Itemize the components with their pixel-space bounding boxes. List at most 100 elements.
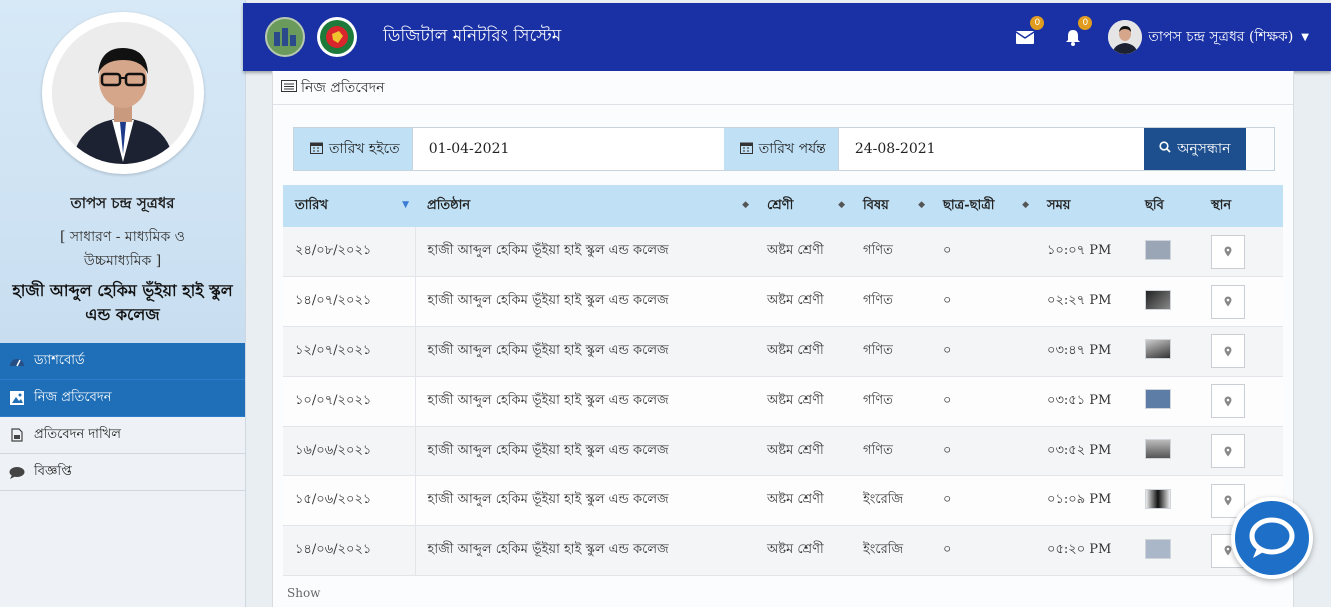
cell-photo [1133,276,1199,328]
location-button[interactable] [1211,434,1245,469]
top-navbar: ডিজিটাল মনিটরিং সিস্টেম 0 0 তাপস চন্দ্র … [243,3,1331,71]
col-subject[interactable]: বিষয় ◆ [851,185,931,227]
cell-subject: গণিত [851,426,931,477]
date-filter-bar: তারিখ হইতে তারিখ পর্যন্ত অনুসন্ধান [293,127,1275,171]
cell-location [1199,376,1283,427]
cell-photo [1133,227,1199,278]
report-panel: নিজ প্রতিবেদন তারিখ হইতে তারিখ পর্যন্ত অ… [272,71,1294,607]
col-institution[interactable]: প্রতিষ্ঠান ◆ [415,185,755,227]
sort-icon: ◆ [742,200,749,210]
chat-button[interactable] [1231,497,1313,579]
table-header-row: তারিখ ▼ প্রতিষ্ঠান ◆ শ্রেণী ◆ বিষয় ◆ ছাত্র-… [283,185,1283,227]
government-seal-logo [317,17,357,57]
sidebar-item-dashboard[interactable]: ড্যাশবোর্ড [0,343,245,380]
search-button[interactable]: অনুসন্ধান [1143,128,1246,170]
table-row: ২৪/০৮/২০২১ হাজী আব্দুল হেকিম ভূঁইয়া হাই… [283,227,1283,278]
cell-subject: গণিত [851,276,931,328]
cell-institution: হাজী আব্দুল হেকিম ভূঁইয়া হাই স্কুল এন্ড… [415,475,755,527]
cell-institution: হাজী আব্দুল হেকিম ভূঁইয়া হাই স্কুল এন্ড… [415,276,755,328]
cell-subject: গণিত [851,227,931,278]
cell-class: অষ্টম শ্রেণী [755,227,851,278]
from-date-input[interactable] [411,128,724,170]
cell-time: ০৩:৫২ PM [1035,426,1133,477]
sidebar-item-submit-report[interactable]: প্রতিবেদন দাখিল [0,417,245,454]
photo-thumbnail[interactable] [1145,488,1171,509]
cell-institution: হাজী আব্দুল হেকিম ভূঁইয়া হাই স্কুল এন্ড… [415,326,755,377]
app-logo [265,17,305,57]
profile-role: [ সাধারণ - মাধ্যমিক ও উচ্চমাধ্যমিক ] [60,229,185,269]
table-row: ১৬/০৬/২০২১ হাজী আব্দুল হেকিম ভূঁইয়া হাই… [283,426,1283,477]
photo-thumbnail[interactable] [1145,538,1171,559]
map-marker-icon [1224,246,1232,257]
cell-subject: গণিত [851,326,931,377]
cell-date: ১৪/০৬/২০২১ [283,525,416,577]
table-body: ২৪/০৮/২০২১ হাজী আব্দুল হেকিম ভূঁইয়া হাই… [283,227,1283,577]
sidebar-item-label: বিজ্ঞপ্তি [34,463,72,479]
to-date-label-text: তারিখ পর্যন্ত [758,141,826,157]
profile-school: হাজী আব্দুল হেকিম ভূঁইয়া হাই স্কুল এন্ড… [12,281,233,324]
report-table-wrap: তারিখ ▼ প্রতিষ্ঠান ◆ শ্রেণী ◆ বিষয় ◆ ছাত্র-… [283,185,1283,577]
cell-students: ০ [931,227,1035,278]
from-date-label-text: তারিখ হইতে [329,141,400,157]
photo-thumbnail[interactable] [1145,339,1171,360]
col-students[interactable]: ছাত্র-ছাত্রী ◆ [931,185,1035,227]
photo-thumbnail[interactable] [1145,289,1171,310]
sort-icon: ◆ [1022,200,1029,210]
cell-time: ১০:০৭ PM [1035,227,1133,278]
cell-date: ২৪/০৮/২০২১ [283,227,416,278]
cell-institution: হাজী আব্দুল হেকিম ভূঁইয়া হাই স্কুল এন্ড… [415,227,755,278]
cell-time: ০২:২৭ PM [1035,276,1133,328]
page-size-label: Show [287,586,321,600]
user-menu-name[interactable]: তাপস চন্দ্র সূত্রধর (শিক্ষক) [1148,25,1293,49]
list-icon [281,79,297,96]
messages-button[interactable]: 0 [1012,16,1045,50]
sidebar-item-notice[interactable]: বিজ্ঞপ্তি [0,454,245,491]
table-row: ১৪/০৬/২০২১ হাজী আব্দুল হেকিম ভূঁইয়া হাই… [283,525,1283,577]
cell-class: অষ্টম শ্রেণী [755,376,851,427]
notifications-button[interactable]: 0 [1060,16,1093,50]
cell-institution: হাজী আব্দুল হেকিম ভূঁইয়া হাই স্কুল এন্ড… [415,426,755,477]
photo-thumbnail[interactable] [1145,389,1171,410]
col-date[interactable]: তারিখ ▼ [283,185,415,227]
col-class[interactable]: শ্রেণী ◆ [755,185,851,227]
report-table: তারিখ ▼ প্রতিষ্ঠান ◆ শ্রেণী ◆ বিষয় ◆ ছাত্র-… [283,185,1283,577]
calendar-icon [310,141,323,158]
cell-location [1199,276,1283,328]
cell-photo [1133,475,1199,527]
location-button[interactable] [1211,334,1245,369]
location-button[interactable] [1211,284,1245,319]
sidebar-item-own-report[interactable]: নিজ প্রতিবেদন [0,380,245,417]
cell-students: ০ [931,475,1035,527]
file-icon [8,428,26,442]
cell-students: ০ [931,426,1035,477]
col-photo: ছবি [1133,185,1199,227]
app-title: ডিজিটাল মনিটরিং সিস্টেম [383,26,562,46]
cell-class: অষ্টম শ্রেণী [755,525,851,577]
table-row: ১৪/০৭/২০২১ হাজী আব্দুল হেকিম ভূঁইয়া হাই… [283,276,1283,328]
cell-date: ১৬/০৬/২০২১ [283,426,416,477]
dashboard-icon [8,354,26,368]
table-row: ১২/০৭/২০২১ হাজী আব্দুল হেকিম ভূঁইয়া হাই… [283,326,1283,377]
user-avatar[interactable] [1108,20,1143,54]
sort-desc-icon: ▼ [402,200,409,210]
sort-icon: ◆ [838,200,845,210]
image-icon [8,391,26,405]
sidebar-item-label: নিজ প্রতিবেদন [34,389,112,405]
photo-thumbnail[interactable] [1145,239,1171,260]
cell-date: ১০/০৭/২০২১ [283,376,416,427]
cell-photo [1133,326,1199,377]
location-button[interactable] [1211,234,1245,269]
to-date-input[interactable] [837,128,1144,170]
col-time[interactable]: সময় [1035,185,1133,227]
map-marker-icon [1224,296,1232,307]
location-button[interactable] [1211,384,1245,419]
messages-badge: 0 [1030,16,1045,30]
profile-card: তাপস চন্দ্র সূত্রধর [ সাধারণ - মাধ্যমিক … [0,0,245,343]
search-icon [1159,141,1171,157]
sidebar-nav: ড্যাশবোর্ড নিজ প্রতিবেদন প্রতিবেদন দাখিল… [0,343,245,491]
cell-students: ০ [931,276,1035,328]
photo-thumbnail[interactable] [1145,439,1171,460]
calendar-icon [739,141,753,158]
table-row: ১০/০৭/২০২১ হাজী আব্দুল হেকিম ভূঁইয়া হাই… [283,376,1283,427]
caret-down-icon[interactable]: ▼ [1301,32,1309,43]
